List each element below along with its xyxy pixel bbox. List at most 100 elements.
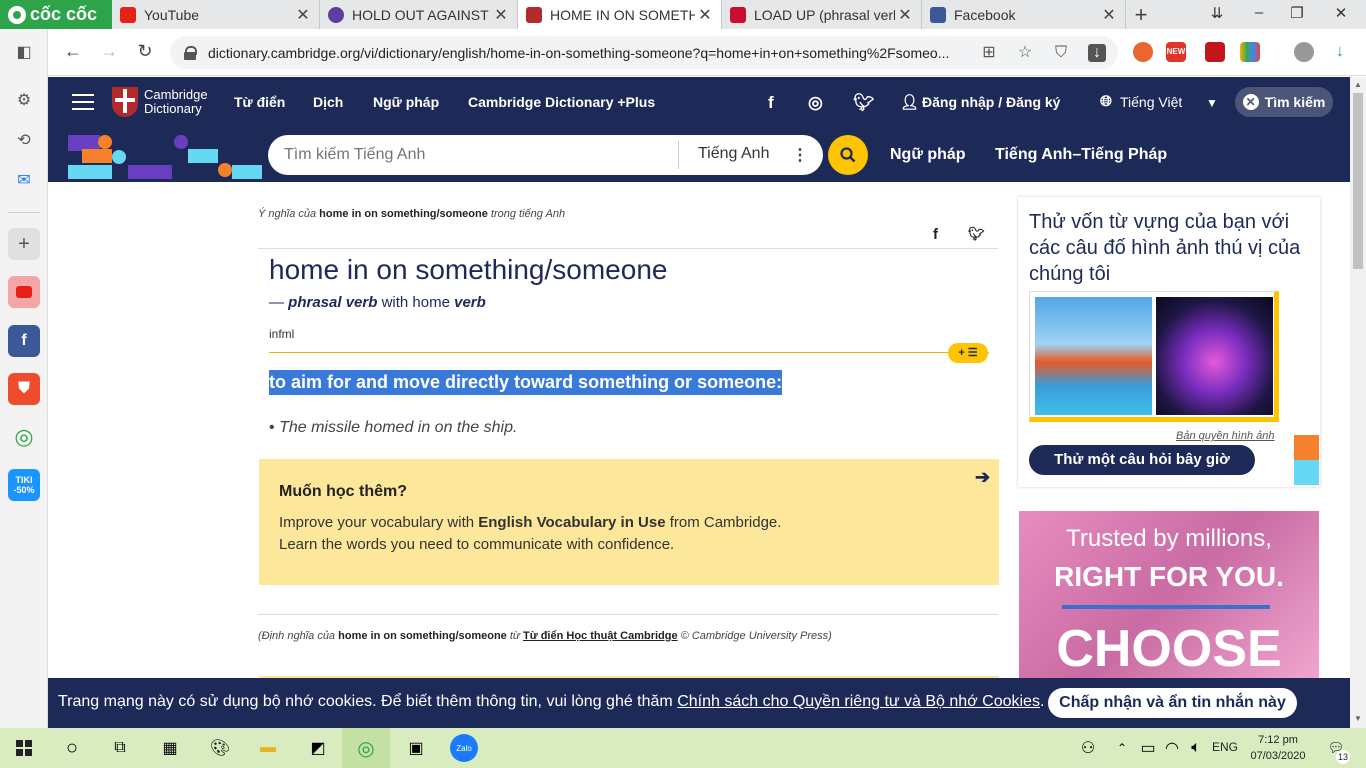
decor-block xyxy=(174,135,188,149)
accept-cookies-button[interactable]: Chấp nhận và ẩn tin nhắn này xyxy=(1048,688,1297,718)
nav-dictionary[interactable]: Từ điển xyxy=(234,94,285,110)
scroll-down-icon[interactable]: ▼ xyxy=(1350,714,1366,723)
quiz-card: Thử vốn từ vựng của bạn với các câu đố h… xyxy=(1018,197,1320,487)
chevron-up-icon[interactable]: ⌃ xyxy=(1108,734,1136,762)
search-toggle-button[interactable]: ✕ Tìm kiếm xyxy=(1235,87,1333,117)
divider xyxy=(258,614,998,615)
source-link[interactable]: Từ điển Học thuật Cambridge xyxy=(523,630,678,642)
cambridge-logo[interactable]: Cambridge Dictionary xyxy=(112,87,208,117)
facebook-icon[interactable]: f xyxy=(8,325,40,357)
carousel-image[interactable] xyxy=(1156,297,1273,415)
tab-youtube[interactable]: YouTube ✕ xyxy=(112,0,320,29)
download-icon[interactable]: ↓ xyxy=(1088,44,1106,62)
history-icon[interactable]: ⟲ xyxy=(8,124,40,156)
twitter-share-icon[interactable]: 🐦︎ xyxy=(968,226,985,242)
volume-icon[interactable]: 🔈︎ xyxy=(1182,734,1210,762)
translate-icon[interactable]: ⊞ xyxy=(980,44,998,62)
extension-icon[interactable] xyxy=(1240,42,1260,62)
back-icon[interactable]: ← xyxy=(62,41,84,62)
image-copyright-link[interactable]: Bản quyền hình ảnh xyxy=(1176,430,1274,442)
search-button[interactable] xyxy=(828,135,868,175)
coccoc-app-icon[interactable]: ◎ xyxy=(8,421,40,453)
tab-hold-out-against[interactable]: HOLD OUT AGAINST - D ✕ xyxy=(320,0,518,29)
address-bar[interactable]: dictionary.cambridge.org/vi/dictionary/e… xyxy=(170,36,1118,69)
messenger-icon[interactable]: ✉ xyxy=(8,164,40,196)
star-icon[interactable]: ☆ xyxy=(1016,44,1034,62)
decor-block xyxy=(68,165,112,179)
advertisement[interactable]: Trusted by millions, RIGHT FOR YOU. CHOO… xyxy=(1019,511,1319,681)
tab-home-in-on[interactable]: HOME IN ON SOMETHI ✕ xyxy=(518,0,722,29)
shopee-icon[interactable]: ⛊ xyxy=(8,373,40,405)
app-icon[interactable]: ▣ xyxy=(402,734,430,762)
gear-icon[interactable]: ⚙ xyxy=(8,84,40,116)
extension-icon[interactable] xyxy=(1133,42,1153,62)
shield-icon[interactable]: ⛉ xyxy=(1052,44,1070,62)
learn-book[interactable]: English Vocabulary in Use xyxy=(478,514,665,531)
minimize-icon[interactable]: – xyxy=(1248,4,1270,21)
close-icon[interactable]: ✕ xyxy=(491,5,511,25)
subnav-en-fr[interactable]: Tiếng Anh–Tiếng Pháp xyxy=(995,146,1167,164)
divider xyxy=(269,352,989,353)
youtube-icon[interactable] xyxy=(8,276,40,308)
tiki-icon[interactable]: TIKI -50% xyxy=(8,469,40,501)
add-icon[interactable]: + xyxy=(8,228,40,260)
new-tab-button[interactable]: + xyxy=(1130,2,1152,28)
tab-search-icon[interactable]: ⇊ xyxy=(1206,4,1228,22)
close-icon[interactable]: ✕ xyxy=(293,5,313,25)
people-icon[interactable]: ⚇ xyxy=(1074,734,1102,762)
url-text[interactable]: dictionary.cambridge.org/vi/dictionary/e… xyxy=(208,45,978,61)
more-vertical-icon[interactable]: ⋮ xyxy=(792,145,808,165)
zalo-icon[interactable]: Zalo xyxy=(450,734,478,762)
facebook-icon[interactable]: f xyxy=(768,93,774,113)
tab-load-up[interactable]: LOAD UP (phrasal verb) ✕ xyxy=(722,0,922,29)
cookie-policy-link[interactable]: Chính sách cho Quyền riêng tư và Bộ nhớ … xyxy=(677,693,1040,710)
nav-translate[interactable]: Dịch xyxy=(313,94,343,110)
windows-start-icon[interactable] xyxy=(10,734,38,762)
language-select[interactable]: Tiếng Việt xyxy=(1120,94,1182,110)
scroll-up-icon[interactable]: ▲ xyxy=(1350,80,1366,89)
download-icon[interactable]: ↓ xyxy=(1330,42,1350,62)
tab-facebook[interactable]: Facebook ✕ xyxy=(922,0,1126,29)
app-icon[interactable]: ▦ xyxy=(156,734,184,762)
subnav-grammar[interactable]: Ngữ pháp xyxy=(890,146,966,164)
sidebar-toggle-icon[interactable]: ◧ xyxy=(8,36,40,68)
learn-more-box[interactable]: Muốn học thêm? Improve your vocabulary w… xyxy=(259,459,999,585)
task-view-icon[interactable]: ⧉ xyxy=(106,734,134,762)
arrow-right-icon[interactable]: ➔ xyxy=(975,467,990,488)
extension-icon[interactable] xyxy=(1205,42,1225,62)
login-link[interactable]: Đăng nhập / Đăng ký xyxy=(922,94,1060,110)
restore-icon[interactable]: ❐ xyxy=(1286,4,1308,22)
waterslide-image[interactable] xyxy=(1035,297,1152,415)
instagram-icon[interactable]: ◎ xyxy=(808,93,823,113)
scrollbar[interactable]: ▲ ▼ xyxy=(1350,77,1366,728)
dictionary-select[interactable]: Tiếng Anh xyxy=(698,145,769,163)
new-extension-icon[interactable]: NEW xyxy=(1166,42,1186,62)
avatar[interactable] xyxy=(1294,42,1314,62)
scrollbar-thumb[interactable] xyxy=(1353,93,1363,269)
twitter-icon[interactable]: 🐦︎ xyxy=(853,93,875,113)
browser-logo[interactable]: cốc cốc xyxy=(0,0,112,29)
search-icon xyxy=(840,147,856,163)
chevron-down-icon[interactable]: ▼ xyxy=(1206,96,1218,110)
clock[interactable]: 7:12 pm 07/03/2020 xyxy=(1248,732,1308,764)
close-icon[interactable]: ✕ xyxy=(895,5,915,25)
menu-icon[interactable] xyxy=(72,94,94,110)
search-icon[interactable]: ○ xyxy=(58,734,86,762)
file-explorer-icon[interactable]: ▬ xyxy=(254,734,282,762)
input-language[interactable]: ENG xyxy=(1212,740,1238,754)
nav-grammar[interactable]: Ngữ pháp xyxy=(373,94,439,110)
add-to-wordlist-button[interactable]: + ☰ xyxy=(948,343,988,363)
close-icon[interactable]: ✕ xyxy=(695,5,715,25)
search-input[interactable] xyxy=(268,146,668,164)
close-window-icon[interactable]: ✕ xyxy=(1330,4,1352,22)
close-icon[interactable]: ✕ xyxy=(1099,5,1119,25)
facebook-share-icon[interactable]: f xyxy=(933,226,938,243)
paint-icon[interactable]: 🎨︎ xyxy=(206,734,234,762)
meaning-prefix: Ý nghĩa của xyxy=(258,208,317,220)
nav-plus[interactable]: Cambridge Dictionary +Plus xyxy=(468,94,655,110)
coccoc-taskbar-icon[interactable]: ◎ xyxy=(352,734,380,762)
try-quiz-button[interactable]: Thử một câu hỏi bây giờ xyxy=(1029,445,1255,475)
sticky-notes-icon[interactable]: ◩ xyxy=(304,734,332,762)
forward-icon[interactable]: → xyxy=(98,41,120,62)
reload-icon[interactable]: ↻ xyxy=(134,41,156,62)
